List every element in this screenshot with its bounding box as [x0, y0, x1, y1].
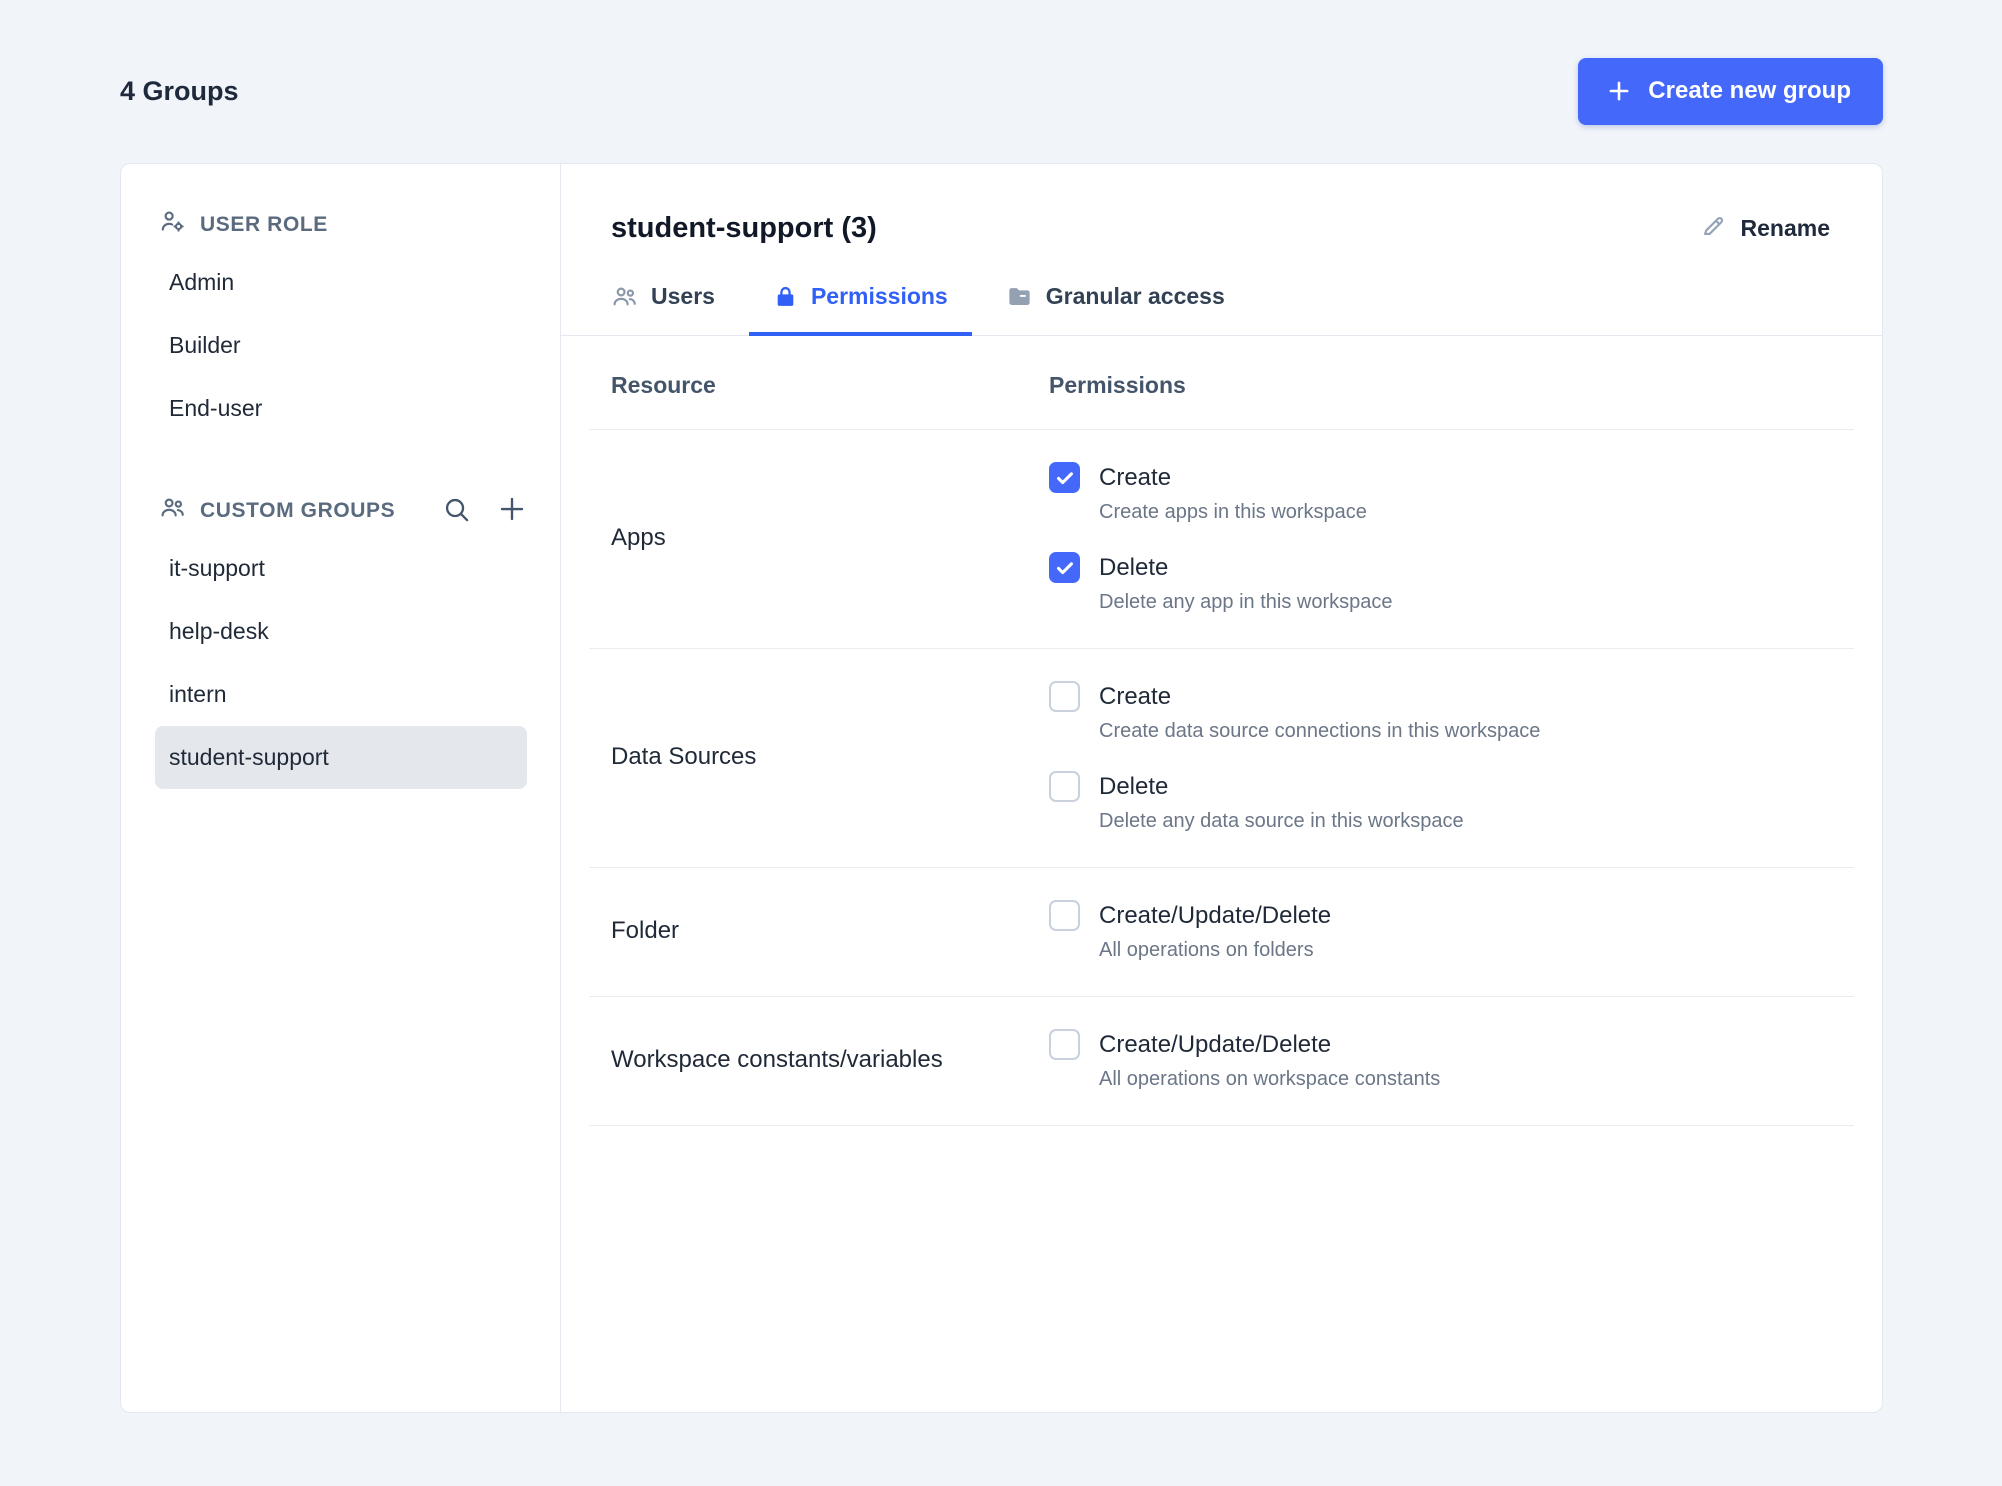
custom-groups-header: CUSTOM GROUPS: [155, 494, 527, 527]
sidebar-item-end-user[interactable]: End-user: [155, 377, 527, 440]
permission-label: Create/Update/Delete: [1099, 1030, 1332, 1058]
rename-label: Rename: [1740, 215, 1830, 241]
group-detail-header: student-support (3) Rename: [561, 164, 1882, 245]
workspace-constants-cud-checkbox[interactable]: [1049, 1029, 1080, 1060]
tab-permissions[interactable]: Permissions: [748, 275, 972, 336]
groups-sidebar: USER ROLE Admin Builder End-user CUSTOM …: [121, 164, 561, 1412]
groups-card: USER ROLE Admin Builder End-user CUSTOM …: [120, 163, 1883, 1413]
permission-datasources-delete: Delete Delete any data source in this wo…: [1049, 771, 1854, 833]
search-icon: [442, 495, 471, 527]
custom-groups-icon: [159, 494, 186, 527]
resource-name: Folder: [611, 917, 680, 944]
datasources-delete-checkbox[interactable]: [1049, 771, 1080, 802]
search-groups-button[interactable]: [442, 495, 471, 527]
tab-users-label: Users: [651, 283, 715, 309]
permission-label: Delete: [1099, 553, 1169, 581]
tab-granular-access[interactable]: Granular access: [982, 275, 1249, 336]
sidebar-item-intern[interactable]: intern: [155, 663, 527, 726]
user-role-header: USER ROLE: [155, 208, 527, 241]
permission-datasources-create: Create Create data source connections in…: [1049, 681, 1854, 743]
sidebar-item-help-desk[interactable]: help-desk: [155, 600, 527, 663]
groups-page: 4 Groups Create new group USER ROLE Admi…: [0, 0, 2002, 1486]
permission-description: Delete any data source in this workspace: [1099, 810, 1464, 832]
permissions-table: Resource Permissions Apps Create Create …: [589, 336, 1854, 1126]
tab-users[interactable]: Users: [587, 275, 739, 336]
table-row-workspace-constants: Workspace constants/variables Create/Upd…: [589, 997, 1854, 1126]
plus-icon: [497, 494, 527, 527]
table-row-folder: Folder Create/Update/Delete All operatio…: [589, 868, 1854, 997]
tab-granular-access-label: Granular access: [1045, 283, 1225, 309]
sidebar-item-student-support[interactable]: student-support: [155, 726, 527, 789]
permission-folder-cud: Create/Update/Delete All operations on f…: [1049, 900, 1854, 962]
permission-description: Delete any app in this workspace: [1099, 591, 1393, 613]
resource-column-header: Resource: [611, 372, 716, 398]
table-row-apps: Apps Create Create apps in this workspac…: [589, 430, 1854, 649]
sidebar-item-builder[interactable]: Builder: [155, 314, 527, 377]
permission-description: All operations on workspace constants: [1099, 1068, 1441, 1090]
permission-label: Create/Update/Delete: [1099, 901, 1332, 929]
permissions-column-header: Permissions: [1049, 372, 1186, 398]
custom-groups-section: CUSTOM GROUPS it-support help-desk inter…: [155, 494, 527, 789]
table-row-data-sources: Data Sources Create Create data source c…: [589, 649, 1854, 868]
permission-label: Create: [1099, 463, 1172, 491]
user-role-icon: [159, 208, 186, 241]
group-title: student-support (3): [611, 212, 877, 244]
add-group-button[interactable]: [497, 494, 527, 527]
permission-apps-create: Create Create apps in this workspace: [1049, 462, 1854, 524]
permission-description: Create apps in this workspace: [1099, 501, 1367, 523]
apps-delete-checkbox[interactable]: [1049, 552, 1080, 583]
permission-workspace-constants-cud: Create/Update/Delete All operations on w…: [1049, 1029, 1854, 1091]
user-role-list: Admin Builder End-user: [155, 251, 527, 440]
page-title: 4 Groups: [120, 76, 239, 106]
group-detail-panel: student-support (3) Rename Users Permiss…: [561, 164, 1882, 1412]
tab-permissions-label: Permissions: [810, 283, 948, 309]
resource-name: Workspace constants/variables: [611, 1046, 943, 1073]
top-bar: 4 Groups Create new group: [120, 58, 1883, 125]
pencil-icon: [1700, 212, 1727, 245]
folder-cud-checkbox[interactable]: [1049, 900, 1080, 931]
sidebar-item-it-support[interactable]: it-support: [155, 537, 527, 600]
create-new-group-button[interactable]: Create new group: [1578, 58, 1883, 125]
permission-description: All operations on folders: [1099, 939, 1314, 961]
resource-name: Data Sources: [611, 743, 757, 770]
folder-icon: [1006, 283, 1033, 310]
datasources-create-checkbox[interactable]: [1049, 681, 1080, 712]
users-icon: [611, 283, 638, 310]
permissions-table-header: Resource Permissions: [589, 336, 1854, 430]
permission-label: Create: [1099, 682, 1172, 710]
resource-name: Apps: [611, 524, 666, 551]
group-tabs: Users Permissions Granular access: [561, 275, 1882, 336]
permission-apps-delete: Delete Delete any app in this workspace: [1049, 552, 1854, 614]
lock-icon: [773, 284, 798, 309]
permission-label: Delete: [1099, 772, 1169, 800]
user-role-header-label: USER ROLE: [200, 212, 328, 236]
custom-groups-list: it-support help-desk intern student-supp…: [155, 537, 527, 789]
sidebar-item-admin[interactable]: Admin: [155, 251, 527, 314]
rename-button[interactable]: Rename: [1700, 212, 1830, 245]
permission-description: Create data source connections in this w…: [1099, 720, 1541, 742]
custom-groups-header-label: CUSTOM GROUPS: [200, 498, 396, 522]
apps-create-checkbox[interactable]: [1049, 462, 1080, 493]
plus-icon: [1606, 78, 1632, 104]
create-new-group-label: Create new group: [1648, 77, 1851, 104]
